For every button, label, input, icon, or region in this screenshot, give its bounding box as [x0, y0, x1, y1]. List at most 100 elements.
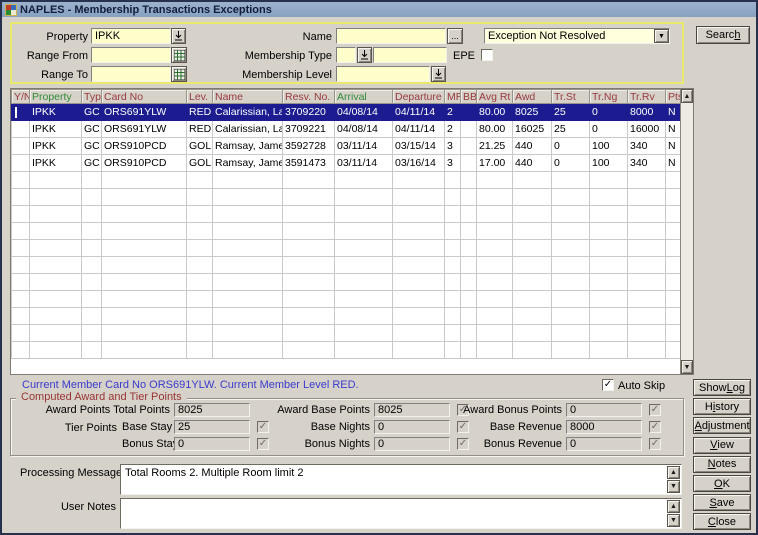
- cell[interactable]: 340: [628, 138, 666, 155]
- cell[interactable]: 04/11/14: [393, 104, 445, 121]
- cell[interactable]: 03/11/14: [335, 155, 393, 172]
- cell[interactable]: 0: [590, 121, 628, 138]
- cell[interactable]: 340: [628, 155, 666, 172]
- cell[interactable]: 440: [513, 155, 552, 172]
- auto-skip-checkbox[interactable]: [602, 379, 614, 391]
- scroll-up-button[interactable]: ▲: [667, 466, 680, 479]
- cell[interactable]: 25: [552, 121, 590, 138]
- cell[interactable]: 80.00: [477, 121, 513, 138]
- scroll-up-button[interactable]: ▲: [681, 89, 693, 103]
- cell[interactable]: 0: [552, 155, 590, 172]
- table-row[interactable]: IPKKGCORS910PCDGOLDRamsay, James35927280…: [12, 138, 682, 155]
- cell[interactable]: 04/08/14: [335, 104, 393, 121]
- range-to-field[interactable]: [91, 66, 171, 82]
- cell[interactable]: ORS910PCD: [102, 138, 187, 155]
- range-to-calendar-button[interactable]: [171, 66, 187, 82]
- bonus-revenue-checkbox[interactable]: [649, 438, 661, 450]
- cell[interactable]: 8025: [513, 104, 552, 121]
- history-button[interactable]: History: [693, 398, 751, 415]
- table-scrollbar[interactable]: ▲ ▼: [680, 89, 693, 374]
- cell[interactable]: 03/16/14: [393, 155, 445, 172]
- cell[interactable]: GC: [82, 155, 102, 172]
- exception-filter-select[interactable]: Exception Not Resolved: [484, 28, 670, 44]
- cell[interactable]: 3709220: [283, 104, 335, 121]
- save-button[interactable]: Save: [693, 494, 751, 511]
- cell[interactable]: ORS691YLW: [102, 104, 187, 121]
- cell[interactable]: 04/11/14: [393, 121, 445, 138]
- scroll-down-button[interactable]: ▼: [667, 514, 680, 527]
- title-bar[interactable]: NAPLES - Membership Transactions Excepti…: [2, 2, 756, 17]
- cell[interactable]: 3592728: [283, 138, 335, 155]
- membership-type-lov-button[interactable]: [357, 47, 372, 63]
- cell[interactable]: Calarissian, Lando: [213, 121, 283, 138]
- table-row[interactable]: IPKKGCORS691YLWREDCalarissian, Lando3709…: [12, 121, 682, 138]
- cell[interactable]: GOLD: [187, 138, 213, 155]
- cell[interactable]: [12, 121, 30, 138]
- base-revenue-checkbox[interactable]: [649, 421, 661, 433]
- processing-message-box[interactable]: Total Rooms 2. Multiple Room limit 2 ▲ ▼: [120, 464, 682, 495]
- cell[interactable]: 25: [552, 104, 590, 121]
- cell[interactable]: IPKK: [30, 104, 82, 121]
- cell[interactable]: Calarissian, Lando: [213, 104, 283, 121]
- cell[interactable]: GC: [82, 121, 102, 138]
- cell[interactable]: IPKK: [30, 121, 82, 138]
- cell[interactable]: Ramsay, James: [213, 155, 283, 172]
- cell[interactable]: RED: [187, 121, 213, 138]
- cell[interactable]: [461, 138, 477, 155]
- cell[interactable]: GC: [82, 104, 102, 121]
- cell[interactable]: 21.25: [477, 138, 513, 155]
- view-button[interactable]: View: [693, 437, 751, 454]
- property-field[interactable]: IPKK: [91, 28, 171, 44]
- cell[interactable]: 04/08/14: [335, 121, 393, 138]
- range-from-calendar-button[interactable]: [171, 47, 187, 63]
- cell[interactable]: 16000: [628, 121, 666, 138]
- name-field[interactable]: [336, 28, 446, 44]
- cell[interactable]: 16025: [513, 121, 552, 138]
- cell[interactable]: ORS910PCD: [102, 155, 187, 172]
- scroll-down-button[interactable]: ▼: [681, 360, 693, 374]
- membership-type-code-field[interactable]: [336, 47, 356, 63]
- cell[interactable]: 100: [590, 138, 628, 155]
- cell[interactable]: Ramsay, James: [213, 138, 283, 155]
- cell[interactable]: [12, 155, 30, 172]
- cell[interactable]: IPKK: [30, 155, 82, 172]
- cell[interactable]: 3591473: [283, 155, 335, 172]
- cell[interactable]: [461, 121, 477, 138]
- user-notes-box[interactable]: ▲ ▼: [120, 498, 682, 529]
- close-button[interactable]: Close: [693, 513, 751, 530]
- cell[interactable]: 100: [590, 155, 628, 172]
- property-lov-button[interactable]: [171, 28, 186, 44]
- cell[interactable]: 3709221: [283, 121, 335, 138]
- table-row[interactable]: IPKKGCORS910PCDGOLDRamsay, James35914730…: [12, 155, 682, 172]
- cell[interactable]: IPKK: [30, 138, 82, 155]
- cell[interactable]: [12, 104, 30, 121]
- cell[interactable]: GC: [82, 138, 102, 155]
- cell[interactable]: 03/11/14: [335, 138, 393, 155]
- cell[interactable]: 0: [590, 104, 628, 121]
- scroll-down-button[interactable]: ▼: [667, 480, 680, 493]
- cell[interactable]: GOLD: [187, 155, 213, 172]
- cell[interactable]: 2: [445, 121, 461, 138]
- cell[interactable]: [12, 138, 30, 155]
- award-bonus-points-checkbox[interactable]: [649, 404, 661, 416]
- epe-checkbox[interactable]: [481, 49, 493, 61]
- adjustment-button[interactable]: Adjustment: [693, 417, 751, 434]
- cell[interactable]: 3: [445, 155, 461, 172]
- cell[interactable]: [461, 104, 477, 121]
- membership-level-field[interactable]: [336, 66, 430, 82]
- table-row[interactable]: IPKKGCORS691YLWREDCalarissian, Lando3709…: [12, 104, 682, 121]
- search-button[interactable]: Search: [696, 26, 750, 44]
- cell[interactable]: 80.00: [477, 104, 513, 121]
- cell[interactable]: 0: [552, 138, 590, 155]
- range-from-field[interactable]: [91, 47, 171, 63]
- cell[interactable]: ORS691YLW: [102, 121, 187, 138]
- scroll-up-button[interactable]: ▲: [667, 500, 680, 513]
- show-log-button[interactable]: Show Log: [693, 379, 751, 396]
- ok-button[interactable]: OK: [693, 475, 751, 492]
- membership-level-lov-button[interactable]: [431, 66, 446, 82]
- notes-button[interactable]: Notes: [693, 456, 751, 473]
- cell[interactable]: 8000: [628, 104, 666, 121]
- cell[interactable]: 2: [445, 104, 461, 121]
- cell[interactable]: RED: [187, 104, 213, 121]
- name-lookup-button[interactable]: ...: [447, 28, 463, 44]
